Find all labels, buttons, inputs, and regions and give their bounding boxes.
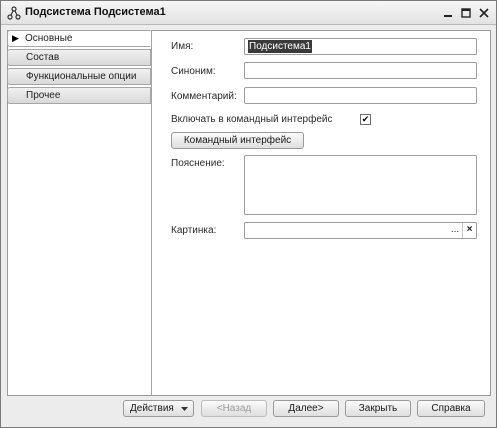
button-bar: Действия <Назад Далее> Закрыть Справка <box>1 398 496 428</box>
tab-other-label: Прочее <box>26 90 61 101</box>
picture-label: Картинка: <box>171 225 217 236</box>
name-label: Имя: <box>171 41 194 52</box>
command-interface-button[interactable]: Командный интерфейс <box>171 132 304 149</box>
explanation-textarea[interactable] <box>244 155 477 215</box>
actions-menu-button[interactable]: Действия <box>123 400 194 417</box>
tab-content[interactable]: Состав <box>7 49 151 66</box>
main-panel: Имя: Подсистема1 Синоним: Комментарий: В… <box>151 30 491 396</box>
back-button-label: <Назад <box>216 403 252 414</box>
minimize-button[interactable] <box>439 4 457 22</box>
maximize-icon <box>461 8 471 18</box>
close-icon <box>479 8 489 18</box>
tab-list: ▶ Основные Состав Функциональные опции П… <box>7 30 151 104</box>
tab-content-label: Состав <box>26 52 60 63</box>
name-field[interactable]: Подсистема1 <box>244 38 477 55</box>
include-in-command-interface-checkbox[interactable]: ✔ <box>360 114 371 125</box>
check-icon: ✔ <box>361 114 370 124</box>
comment-field[interactable] <box>244 87 477 104</box>
synonym-field[interactable] <box>244 62 477 79</box>
back-button[interactable]: <Назад <box>201 400 267 417</box>
explanation-label: Пояснение: <box>171 158 225 169</box>
command-interface-button-label: Командный интерфейс <box>183 135 292 146</box>
tab-functional-options[interactable]: Функциональные опции <box>7 68 151 85</box>
close-window-button[interactable] <box>475 4 493 22</box>
window-title: Подсистема Подсистема1 <box>25 6 166 18</box>
close-button[interactable]: Закрыть <box>345 400 411 417</box>
tab-main[interactable]: ▶ Основные <box>7 30 151 47</box>
tab-other[interactable]: Прочее <box>7 87 151 104</box>
comment-label: Комментарий: <box>171 91 237 102</box>
chevron-down-icon <box>181 407 188 411</box>
current-tab-arrow-icon: ▶ <box>12 33 19 43</box>
synonym-label: Синоним: <box>171 66 216 77</box>
picture-field[interactable]: ... × <box>244 222 477 239</box>
next-button-label: Далее> <box>288 403 324 414</box>
help-button-label: Справка <box>431 403 471 414</box>
name-field-value: Подсистема1 <box>248 40 312 53</box>
tab-main-label: Основные <box>25 33 73 44</box>
properties-window: Подсистема Подсистема1 ▶ Основные Состав… <box>0 0 497 428</box>
close-button-label: Закрыть <box>358 403 398 414</box>
minimize-icon <box>444 15 452 17</box>
picture-clear-button[interactable]: × <box>462 223 476 238</box>
next-button[interactable]: Далее> <box>273 400 339 417</box>
help-button[interactable]: Справка <box>417 400 485 417</box>
title-bar[interactable]: Подсистема Подсистема1 <box>1 1 496 25</box>
include-in-command-interface-label: Включать в командный интерфейс <box>171 114 333 125</box>
picture-select-button[interactable]: ... <box>448 223 462 238</box>
maximize-button[interactable] <box>457 4 475 22</box>
actions-menu-label: Действия <box>130 403 174 414</box>
tab-functional-options-label: Функциональные опции <box>26 71 137 82</box>
subsystem-icon <box>7 6 21 20</box>
